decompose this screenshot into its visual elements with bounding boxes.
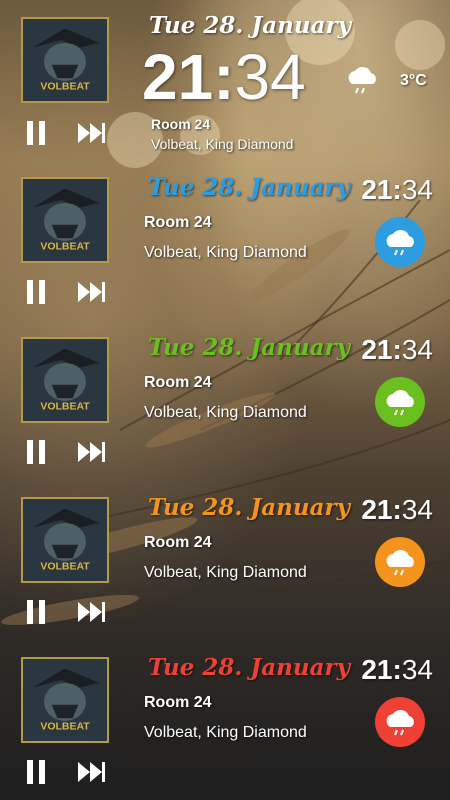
- pause-button[interactable]: [20, 598, 52, 626]
- song-title: Room 24: [144, 534, 212, 551]
- music-widget-red: VOLBEAT Tue 28. January 21:34 Room 24 Vo…: [0, 640, 450, 800]
- date-label: Tue 28. January: [148, 174, 351, 201]
- svg-text:VOLBEAT: VOLBEAT: [40, 242, 90, 253]
- pause-button[interactable]: [20, 119, 52, 147]
- artist-name: Volbeat, King Diamond: [144, 404, 307, 421]
- clock-hours: 21: [361, 174, 393, 205]
- album-art[interactable]: VOLBEAT: [21, 337, 109, 423]
- date-label: Tue 28. January: [148, 334, 351, 361]
- song-title: Room 24: [151, 116, 211, 132]
- next-button[interactable]: [76, 598, 108, 626]
- clock-minutes: 34: [401, 334, 433, 365]
- clock: 21:34: [361, 494, 433, 526]
- pause-icon: [27, 121, 45, 145]
- pause-icon: [27, 760, 45, 784]
- svg-text:VOLBEAT: VOLBEAT: [40, 562, 90, 573]
- volbeat-album-art: VOLBEAT: [23, 19, 107, 101]
- artist-name: Volbeat, King Diamond: [151, 136, 294, 152]
- album-art[interactable]: VOLBEAT: [21, 497, 109, 583]
- song-title: Room 24: [144, 694, 212, 711]
- clock-hours: 21: [361, 654, 393, 685]
- svg-text:VOLBEAT: VOLBEAT: [40, 82, 90, 93]
- clock-separator: :: [392, 334, 402, 365]
- music-widget-green: VOLBEAT Tue 28. January 21:34 Room 24 Vo…: [0, 320, 450, 480]
- date-label: Tue 28. January: [149, 12, 352, 39]
- pause-icon: [27, 600, 45, 624]
- volbeat-album-art: VOLBEAT: [23, 339, 107, 421]
- weather-icon-large: [344, 64, 380, 96]
- cloud-rain-icon: [386, 389, 414, 416]
- artist-name: Volbeat, King Diamond: [144, 244, 307, 261]
- volbeat-album-art: VOLBEAT: [23, 499, 107, 581]
- song-title: Room 24: [144, 374, 212, 391]
- date-label: Tue 28. January: [148, 654, 351, 681]
- pause-button[interactable]: [20, 758, 52, 786]
- next-button[interactable]: [76, 438, 108, 466]
- cloud-rain-icon: [386, 229, 414, 256]
- music-widget-orange: VOLBEAT Tue 28. January 21:34 Room 24 Vo…: [0, 480, 450, 640]
- pause-icon: [27, 440, 45, 464]
- pause-icon: [27, 280, 45, 304]
- clock: 21:34: [361, 334, 433, 366]
- temperature-label: 3°C: [400, 72, 427, 89]
- svg-text:VOLBEAT: VOLBEAT: [40, 722, 90, 733]
- weather-badge: [375, 377, 425, 427]
- album-art[interactable]: VOLBEAT: [21, 657, 109, 743]
- weather-badge: [375, 697, 425, 747]
- skip-next-icon: [78, 282, 105, 302]
- next-button[interactable]: [76, 278, 108, 306]
- skip-next-icon: [78, 123, 105, 143]
- skip-next-icon: [78, 442, 105, 462]
- clock-separator: :: [392, 654, 402, 685]
- next-button[interactable]: [76, 758, 108, 786]
- album-art[interactable]: VOLBEAT: [21, 17, 109, 103]
- cloud-rain-icon: [386, 549, 414, 576]
- next-button[interactable]: [76, 119, 108, 147]
- music-widget-large: VOLBEAT Tue 28. January 21:34 3°C Room 2…: [0, 0, 450, 160]
- cloud-rain-icon: [348, 66, 376, 94]
- song-title: Room 24: [144, 214, 212, 231]
- artist-name: Volbeat, King Diamond: [144, 724, 307, 741]
- album-art[interactable]: VOLBEAT: [21, 177, 109, 263]
- clock-hours: 21: [361, 494, 393, 525]
- music-widget-blue: VOLBEAT Tue 28. January 21:34 Room 24 Vo…: [0, 160, 450, 320]
- artist-name: Volbeat, King Diamond: [144, 564, 307, 581]
- volbeat-album-art: VOLBEAT: [23, 179, 107, 261]
- clock-minutes: 34: [401, 494, 433, 525]
- clock-separator: :: [392, 174, 402, 205]
- clock-hours: 21: [142, 41, 214, 113]
- clock-minutes: 34: [401, 654, 433, 685]
- clock: 21:34: [142, 42, 306, 112]
- clock-separator: :: [213, 41, 235, 113]
- weather-badge: [375, 217, 425, 267]
- clock: 21:34: [361, 174, 433, 206]
- clock-separator: :: [392, 494, 402, 525]
- skip-next-icon: [78, 762, 105, 782]
- skip-next-icon: [78, 602, 105, 622]
- weather-badge: [375, 537, 425, 587]
- pause-button[interactable]: [20, 278, 52, 306]
- volbeat-album-art: VOLBEAT: [23, 659, 107, 741]
- clock-minutes: 34: [234, 41, 306, 113]
- cloud-rain-icon: [386, 709, 414, 736]
- pause-button[interactable]: [20, 438, 52, 466]
- clock-hours: 21: [361, 334, 393, 365]
- svg-text:VOLBEAT: VOLBEAT: [40, 402, 90, 413]
- clock: 21:34: [361, 654, 433, 686]
- date-label: Tue 28. January: [148, 494, 351, 521]
- clock-minutes: 34: [401, 174, 433, 205]
